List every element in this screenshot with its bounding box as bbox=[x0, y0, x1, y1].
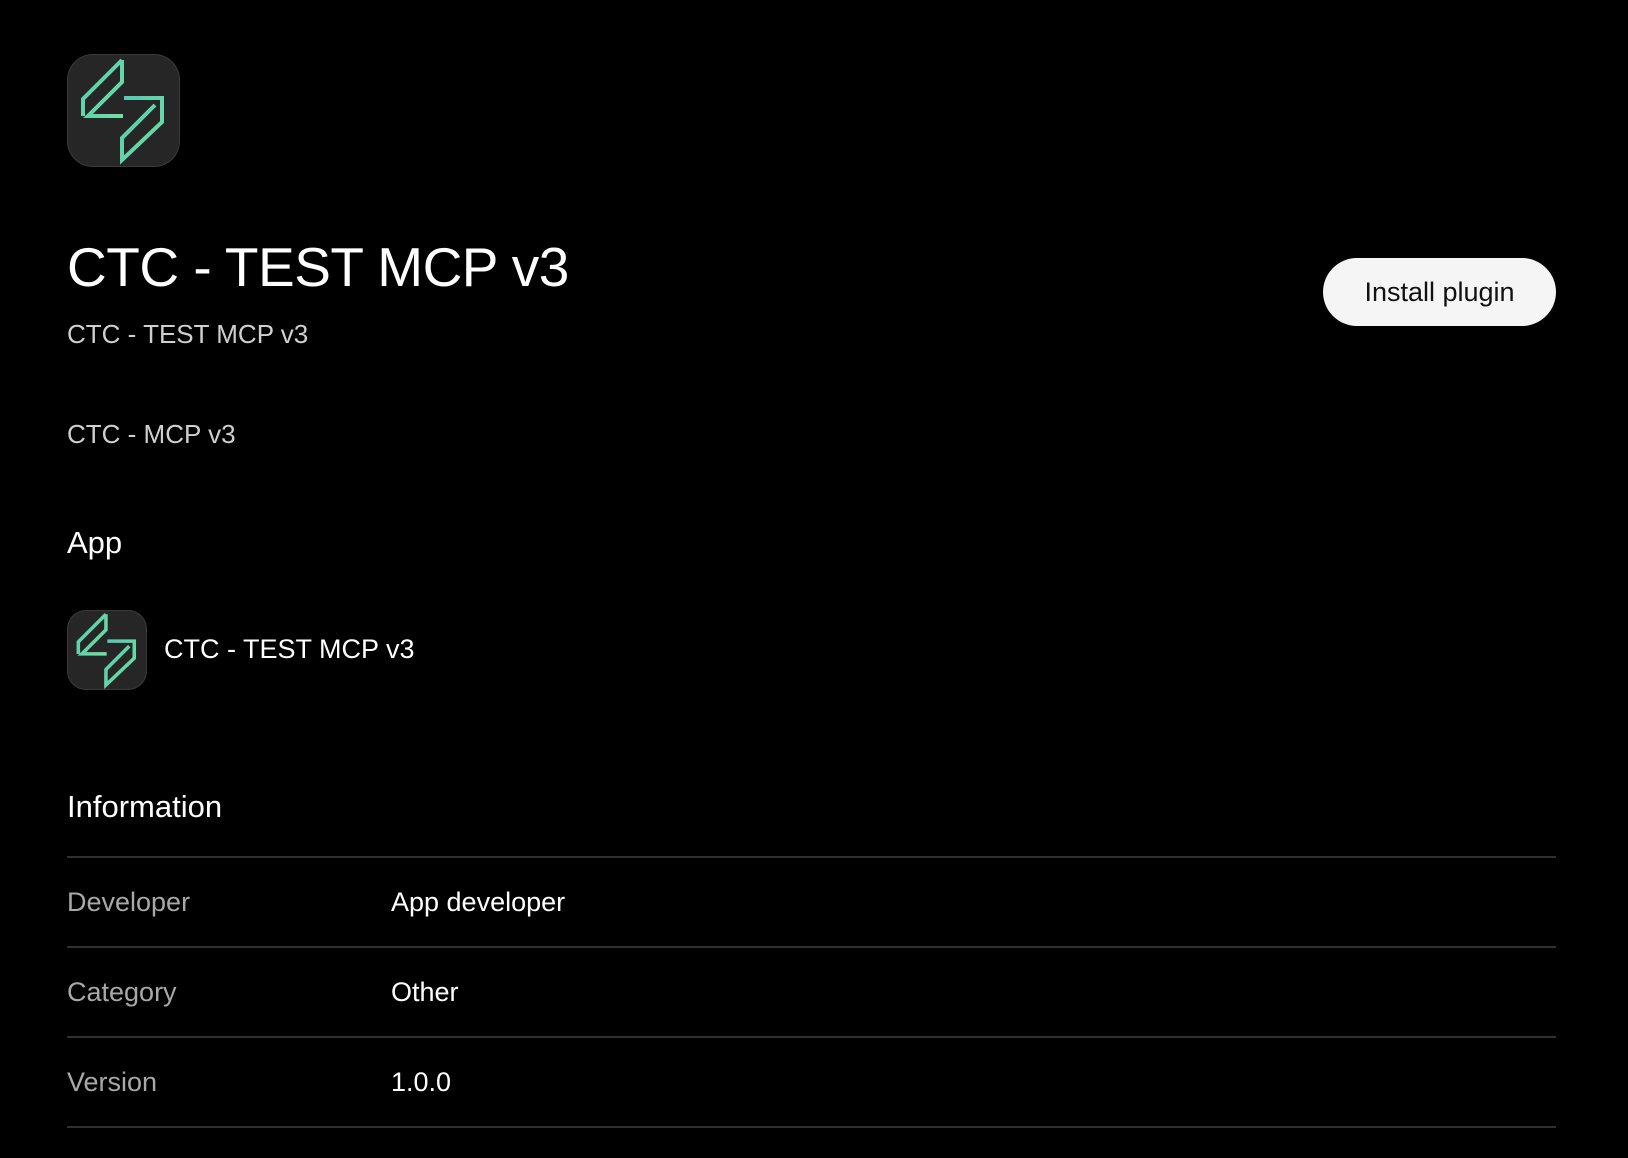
app-name: CTC - TEST MCP v3 bbox=[164, 634, 415, 664]
mcp-logo-icon bbox=[67, 609, 147, 690]
info-row-version: Version 1.0.0 bbox=[67, 1038, 1556, 1128]
info-label: Version bbox=[67, 1066, 158, 1097]
plugin-subtitle: CTC - TEST MCP v3 bbox=[67, 319, 309, 349]
info-label: Developer bbox=[67, 886, 191, 917]
app-section-heading: App bbox=[67, 525, 123, 560]
info-value: 1.0.0 bbox=[391, 1066, 452, 1097]
information-table: Developer App developer Category Other V… bbox=[67, 856, 1556, 1128]
page-title: CTC - TEST MCP v3 bbox=[67, 236, 569, 298]
app-list-item[interactable]: CTC - TEST MCP v3 bbox=[67, 609, 415, 690]
info-row-category: Category Other bbox=[67, 948, 1556, 1038]
info-row-developer: Developer App developer bbox=[67, 858, 1556, 948]
info-label: Category bbox=[67, 976, 177, 1007]
information-section-heading: Information bbox=[67, 789, 223, 824]
info-value: Other bbox=[391, 976, 459, 1007]
mcp-logo-icon bbox=[67, 54, 180, 167]
plugin-description: CTC - MCP v3 bbox=[67, 419, 236, 449]
info-value: App developer bbox=[391, 886, 566, 917]
plugin-detail-page: CTC - TEST MCP v3 CTC - TEST MCP v3 CTC … bbox=[67, 0, 1556, 1158]
install-plugin-button[interactable]: Install plugin bbox=[1323, 258, 1556, 326]
